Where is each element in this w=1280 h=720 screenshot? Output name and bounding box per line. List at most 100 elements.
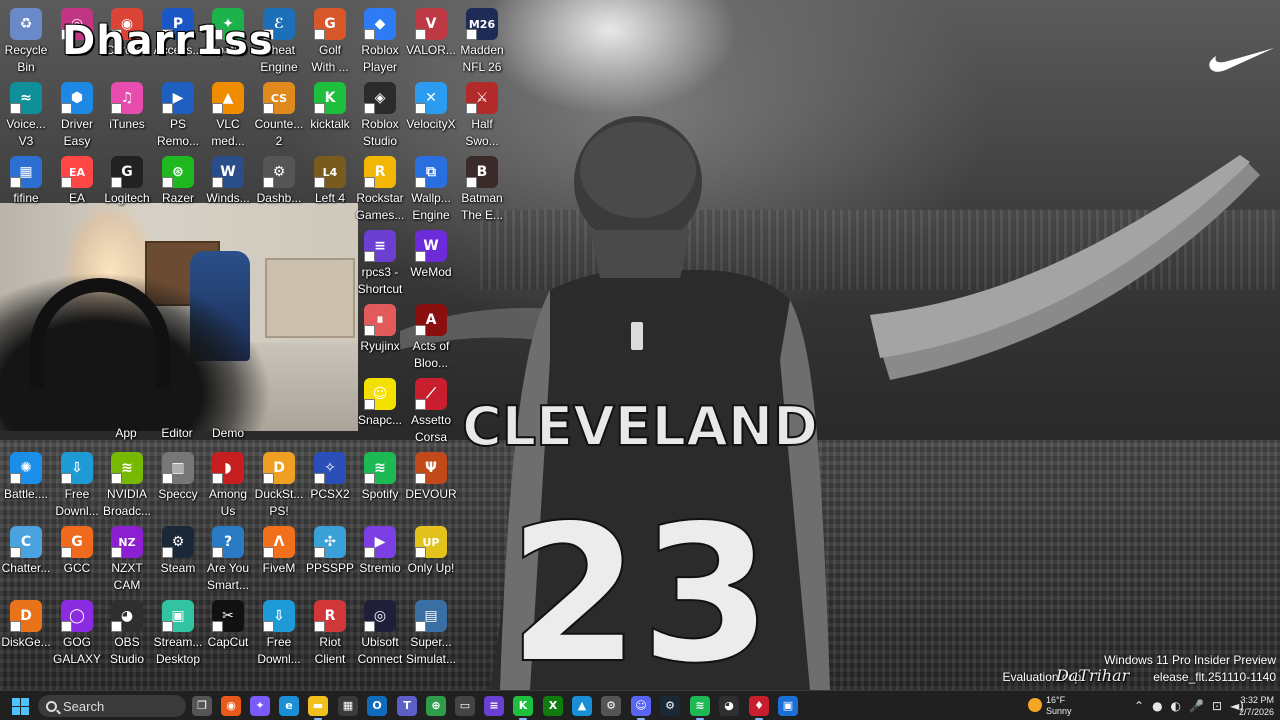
- copilot-icon[interactable]: ✦: [250, 696, 270, 716]
- desktop-icon-itunes[interactable]: ♫ iTunes: [101, 78, 153, 152]
- partial-icon-label-demo: Demo: [211, 426, 244, 440]
- desktop-icon-nvidia-broadcast[interactable]: ≋ NVIDIA Broadc...: [101, 448, 153, 522]
- desktop-icon-roblox-studio[interactable]: ◈ Roblox Studio: [354, 78, 406, 152]
- desktop-icon-capcut[interactable]: ✂ CapCut: [202, 596, 254, 670]
- desktop-icon-recycle-bin[interactable]: ♻ Recycle Bin: [0, 4, 52, 78]
- microphone-icon[interactable]: 🎤: [1189, 699, 1204, 713]
- desktop-icon-ea[interactable]: EA EA: [51, 152, 103, 226]
- store-icon[interactable]: ▦: [338, 696, 358, 716]
- file-explorer-icon[interactable]: ▬: [308, 696, 328, 720]
- weather-widget[interactable]: 16°F Sunny: [1028, 693, 1108, 719]
- desktop-icon-battlenet[interactable]: ✺ Battle....: [0, 448, 52, 522]
- kicktalk-taskbar-icon[interactable]: K: [513, 696, 533, 720]
- desktop-icon-label: Battle....: [3, 487, 49, 501]
- desktop-icon-free-download-manager[interactable]: ⇩ Free Downl...: [51, 448, 103, 522]
- desktop-icon-logitech[interactable]: G Logitech: [101, 152, 153, 226]
- app-red-icon[interactable]: ♦: [749, 696, 769, 720]
- edge-icon[interactable]: e: [279, 696, 299, 716]
- network-icon[interactable]: ⊡: [1212, 699, 1222, 713]
- outlook-icon[interactable]: O: [367, 696, 387, 716]
- taskbar-search-box[interactable]: Search: [38, 695, 186, 717]
- desktop-icon-golf-with-friends[interactable]: G Golf With ...: [304, 4, 356, 78]
- photos-icon[interactable]: ▲: [572, 696, 592, 716]
- desktop-icon-razer[interactable]: ⊛ Razer: [152, 152, 204, 226]
- desktop-icon-fifine[interactable]: ▦ fifine: [0, 152, 52, 226]
- desktop-icon-obs-studio[interactable]: ◕ OBS Studio: [101, 596, 153, 670]
- desktop-icon-voicemod[interactable]: ≈ Voice... V3: [0, 78, 52, 152]
- desktop-icon-left-4-dead[interactable]: L4 Left 4: [304, 152, 356, 226]
- firefox-icon[interactable]: ◉: [221, 696, 241, 716]
- desktop-icon-ryujinx[interactable]: ⏸ Ryujinx: [354, 300, 406, 374]
- desktop-icon-ps-remote-play[interactable]: ▶ PS Remo...: [152, 78, 204, 152]
- partial-icon-label-editor: Editor: [161, 426, 193, 440]
- desktop-icon-riot-client[interactable]: R Riot Client: [304, 596, 356, 670]
- desktop-icon-spotify[interactable]: ≋ Spotify: [354, 448, 406, 522]
- desktop-icon-among-us[interactable]: ◗ Among Us: [202, 448, 254, 522]
- desktop-icon-dashboard[interactable]: ⚙ Dashb...: [253, 152, 305, 226]
- desktop-icon-ppsspp[interactable]: ✣ PPSSPP: [304, 522, 356, 596]
- half-sword-icon: ⚔: [466, 82, 498, 114]
- desktop-icon-rockstar[interactable]: R Rockstar Games...: [354, 152, 406, 226]
- desktop-icon-half-sword[interactable]: ⚔ Half Swo...: [456, 78, 508, 152]
- desktop-icon-free-download-manager[interactable]: ⇩ Free Downl...: [253, 596, 305, 670]
- desktop-icon-supermarket-simulator[interactable]: ▤ Super... Simulat...: [405, 596, 457, 670]
- tray-app-icon[interactable]: ◐: [1171, 699, 1181, 713]
- desktop-icon-steam[interactable]: ⚙ Steam: [152, 522, 204, 596]
- desktop-icon-speccy[interactable]: ▥ Speccy: [152, 448, 204, 522]
- desktop-icon-assetto-corsa[interactable]: ⟋ Assetto Corsa: [405, 374, 457, 448]
- desktop-icon-counter-strike[interactable]: CS Counte... 2: [253, 78, 305, 152]
- roblox-player-icon: ◆: [364, 8, 396, 40]
- obs-taskbar-icon[interactable]: ◕: [719, 696, 739, 716]
- desktop-icon-diskgenius[interactable]: D DiskGe...: [0, 596, 52, 670]
- desktop-icon-chatterino[interactable]: C Chatter...: [0, 522, 52, 596]
- tray-app-icon[interactable]: ●: [1152, 699, 1162, 713]
- desktop-icon-nzxt-cam[interactable]: NZ NZXT CAM: [101, 522, 153, 596]
- desktop-icon-only-up[interactable]: UP Only Up!: [405, 522, 457, 596]
- batman-icon: B: [466, 156, 498, 188]
- app-blue-icon[interactable]: ▣: [778, 696, 798, 716]
- desktop-icon-pcsx2[interactable]: ✧ PCSX2: [304, 448, 356, 522]
- desktop-icon-kicktalk[interactable]: Kkicktalk: [304, 78, 356, 152]
- desktop-icon-velocityx[interactable]: ✕ VelocityX: [405, 78, 457, 152]
- desktop-icon-gcc[interactable]: G GCC: [51, 522, 103, 596]
- app-purple-icon[interactable]: ≡: [484, 696, 504, 716]
- desktop-icon-label: Half Swo...: [465, 117, 499, 148]
- desktop-icon-valorant[interactable]: V VALOR...: [405, 4, 457, 78]
- desktop-icon-streamlabs[interactable]: ▣ Stream... Desktop: [152, 596, 204, 670]
- desktop-icon-wallpaper-engine[interactable]: ⧉ Wallp... Engine: [405, 152, 457, 226]
- desktop-icon-devour[interactable]: Ψ DEVOUR: [405, 448, 457, 522]
- desktop-icon-duckstation[interactable]: D DuckSt... PS!: [253, 448, 305, 522]
- weather-temp: 16°F: [1046, 695, 1066, 705]
- desktop-icon-vlc[interactable]: ▲ VLC med...: [202, 78, 254, 152]
- desktop-icon-fivem[interactable]: Λ FiveM: [253, 522, 305, 596]
- desktop-icon-label: Stremio: [359, 561, 401, 575]
- desktop-icon-are-you-smart[interactable]: ? Are You Smart...: [202, 522, 254, 596]
- desktop-icon-ubisoft-connect[interactable]: ◎ Ubisoft Connect: [354, 596, 406, 670]
- desktop-icon-gog-galaxy[interactable]: ◯ GOG GALAXY: [51, 596, 103, 670]
- roblox-studio-icon: ◈: [364, 82, 396, 114]
- desktop-icon-acts-of-blood[interactable]: A Acts of Bloo...: [405, 300, 457, 374]
- desktop-icon-snapchat[interactable]: ☺ Snapc...: [354, 374, 406, 448]
- app-green-icon[interactable]: ⊕: [426, 696, 446, 716]
- discord-icon[interactable]: ☺: [631, 696, 651, 720]
- fifine-icon: ▦: [10, 156, 42, 188]
- app-window-icon[interactable]: ▭: [455, 696, 475, 716]
- desktop-icon-roblox-player[interactable]: ◆ Roblox Player: [354, 4, 406, 78]
- desktop-icon-madden[interactable]: M26 Madden NFL 26: [456, 4, 508, 78]
- teams-icon[interactable]: T: [397, 696, 417, 716]
- are-you-smart-icon: ?: [212, 526, 244, 558]
- desktop-icon-batman[interactable]: B Batman The E...: [456, 152, 508, 226]
- desktop-icon-stremio[interactable]: ▶ Stremio: [354, 522, 406, 596]
- steam-taskbar-icon[interactable]: ⚙: [660, 696, 680, 716]
- task-view-icon[interactable]: ❐: [192, 696, 212, 716]
- settings-icon[interactable]: ⚙: [601, 696, 621, 716]
- desktop-icon-rpcs3[interactable]: ≡ rpcs3 - Shortcut: [354, 226, 406, 300]
- desktop-icon-windscribe[interactable]: W Winds...: [202, 152, 254, 226]
- spotify-taskbar-icon[interactable]: ≋: [690, 696, 710, 720]
- xbox-icon[interactable]: X: [543, 696, 563, 716]
- taskbar-clock[interactable]: 3:32 PM 2/7/2026: [1226, 694, 1274, 718]
- desktop-icon-driver-easy[interactable]: ⬢ Driver Easy: [51, 78, 103, 152]
- tray-overflow-chevron-icon[interactable]: ⌃: [1134, 699, 1144, 713]
- desktop-icon-wemod[interactable]: W WeMod: [405, 226, 457, 300]
- start-button[interactable]: [12, 698, 29, 715]
